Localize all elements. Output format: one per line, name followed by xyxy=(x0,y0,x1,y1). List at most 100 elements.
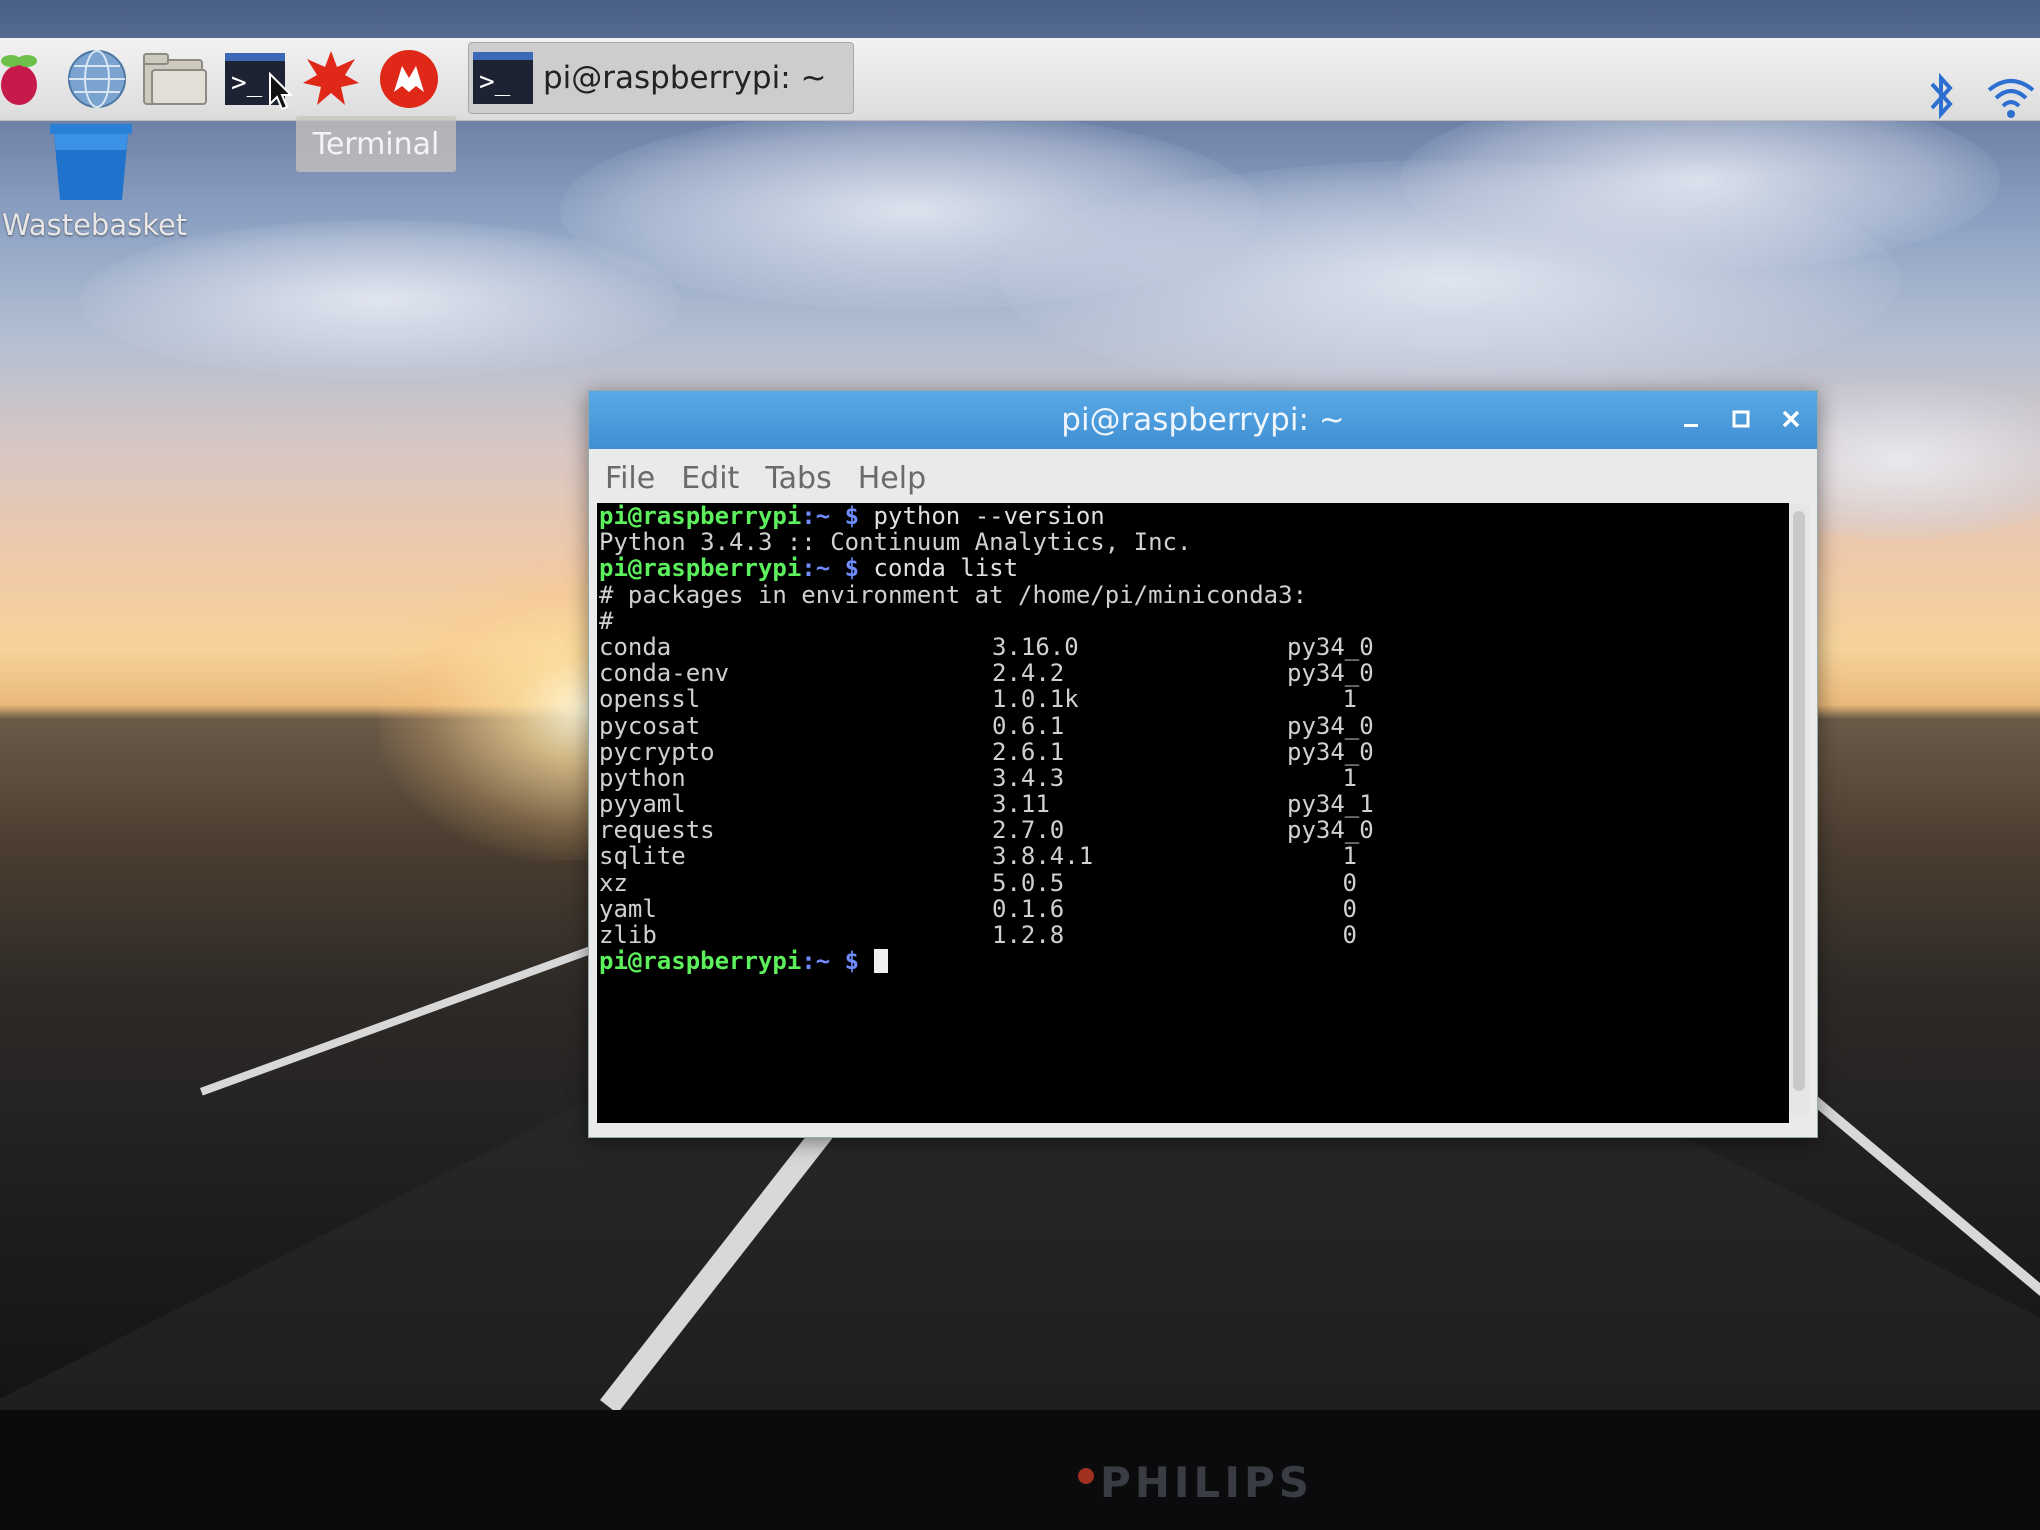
package-name: openssl xyxy=(599,685,701,714)
browser-icon[interactable] xyxy=(64,46,130,112)
package-build: 1 xyxy=(1342,685,1357,714)
package-row: conda-env 2.4.2 py34_0 xyxy=(599,660,1789,686)
prompt-path: :~ $ xyxy=(801,947,860,976)
close-icon xyxy=(1782,410,1800,428)
raspberry-menu-icon[interactable] xyxy=(0,46,52,112)
prompt-user: pi@raspberrypi xyxy=(599,554,802,583)
package-row: xz 5.0.5 0 xyxy=(599,868,1789,897)
output-line: # xyxy=(599,606,614,635)
package-name: conda xyxy=(599,632,672,661)
package-build: py34_0 xyxy=(1287,816,1374,845)
menu-bar: File Edit Tabs Help xyxy=(605,453,926,503)
package-name: conda-env xyxy=(599,659,730,688)
package-build: py34_1 xyxy=(1287,790,1374,819)
terminal-line: pi@raspberrypi:~ $ conda list xyxy=(599,555,1789,581)
package-build: py34_0 xyxy=(1287,632,1374,661)
package-row: sqlite 3.8.4.1 1 xyxy=(599,843,1789,869)
monitor-logo-icon xyxy=(1078,1468,1094,1484)
package-row: yaml 0.1.6 0 xyxy=(599,896,1789,922)
package-row: python 3.4.3 1 xyxy=(599,765,1789,791)
package-row: pycosat 0.6.1 py34_0 xyxy=(599,711,1789,740)
scrollbar[interactable] xyxy=(1789,503,1809,1115)
package-row: requests 2.7.0 py34_0 xyxy=(599,817,1789,843)
package-version: 3.11 xyxy=(992,790,1050,819)
wastebasket-label: Wastebasket xyxy=(2,208,188,242)
minimize-icon xyxy=(1684,424,1698,427)
mouse-pointer-icon xyxy=(269,72,294,111)
package-name: requests xyxy=(599,816,715,845)
package-build: 0 xyxy=(1342,868,1357,897)
bluetooth-icon[interactable] xyxy=(1924,72,1958,124)
package-name: python xyxy=(599,763,686,792)
package-build: 1 xyxy=(1342,842,1357,871)
package-version: 3.4.3 xyxy=(992,763,1065,792)
package-name: zlib xyxy=(599,921,657,949)
command-text: conda list xyxy=(873,554,1019,583)
terminal-line: pi@raspberrypi:~ $ python --version xyxy=(599,503,1789,529)
monitor-brand: PHILIPS xyxy=(1100,1458,1313,1507)
lane-marking xyxy=(200,944,598,1096)
package-build: 1 xyxy=(1342,763,1357,792)
taskbar-window-button[interactable]: >_ pi@raspberrypi: ~ xyxy=(468,42,854,114)
wolfram-icon[interactable] xyxy=(376,46,442,112)
package-version: 3.8.4.1 xyxy=(992,842,1094,871)
taskbar-window-title: pi@raspberrypi: ~ xyxy=(543,60,827,96)
terminal-tooltip: Terminal xyxy=(296,116,456,172)
package-version: 1.2.8 xyxy=(992,921,1065,949)
maximize-icon xyxy=(1732,410,1750,428)
terminal-icon: >_ xyxy=(473,52,533,104)
package-name: pycosat xyxy=(599,711,701,740)
package-row: conda 3.16.0 py34_0 xyxy=(599,634,1789,660)
package-version: 3.16.0 xyxy=(992,632,1079,661)
menu-edit[interactable]: Edit xyxy=(681,461,739,496)
wifi-icon[interactable] xyxy=(1986,76,2036,124)
terminal-line: pi@raspberrypi:~ $ xyxy=(599,948,1789,974)
close-button[interactable] xyxy=(1777,401,1805,437)
output-line: # packages in environment at /home/pi/mi… xyxy=(599,580,1308,609)
package-version: 1.0.1k xyxy=(992,685,1079,714)
window-controls xyxy=(1677,401,1805,437)
package-build: 0 xyxy=(1342,894,1357,923)
package-row: openssl 1.0.1k 1 xyxy=(599,686,1789,712)
command-text: python --version xyxy=(873,503,1105,530)
package-build: py34_0 xyxy=(1287,659,1374,688)
package-name: yaml xyxy=(599,894,657,923)
package-name: xz xyxy=(599,868,628,897)
file-manager-icon[interactable] xyxy=(142,46,208,112)
package-version: 0.1.6 xyxy=(992,894,1065,923)
mathematica-icon[interactable] xyxy=(298,46,364,112)
package-list: conda 3.16.0 py34_0 conda-env 2.4.2 py34_0 ope… xyxy=(599,634,1789,948)
minimize-button[interactable] xyxy=(1677,401,1705,437)
prompt-user: pi@raspberrypi xyxy=(599,947,802,976)
package-name: pyyaml xyxy=(599,790,686,819)
package-version: 5.0.5 xyxy=(992,868,1065,897)
prompt-path: :~ $ xyxy=(801,554,860,583)
prompt-user: pi@raspberrypi xyxy=(599,503,802,530)
package-version: 2.7.0 xyxy=(992,816,1065,845)
menu-file[interactable]: File xyxy=(605,461,655,496)
text-cursor xyxy=(873,949,888,974)
wastebasket-icon[interactable] xyxy=(48,122,134,202)
terminal-output[interactable]: pi@raspberrypi:~ $ python --version Pytho… xyxy=(597,503,1789,1123)
package-name: pycrypto xyxy=(599,737,715,766)
package-version: 2.4.2 xyxy=(992,659,1065,688)
menu-tabs[interactable]: Tabs xyxy=(765,461,831,496)
terminal-window: pi@raspberrypi: ~ File Edit Tabs Help pi… xyxy=(588,390,1818,1138)
window-title: pi@raspberrypi: ~ xyxy=(1061,402,1345,438)
output-line: Python 3.4.3 :: Continuum Analytics, Inc… xyxy=(599,528,1192,557)
package-row: pyyaml 3.11 py34_1 xyxy=(599,791,1789,817)
maximize-button[interactable] xyxy=(1727,401,1755,437)
desktop-screen: >_ >_ pi@raspberrypi: ~ Terminal Wasteba… xyxy=(0,0,2040,1410)
package-version: 2.6.1 xyxy=(992,737,1065,766)
scrollbar-thumb[interactable] xyxy=(1793,511,1805,1091)
package-build: 0 xyxy=(1342,921,1357,949)
package-row: pycrypto 2.6.1 py34_0 xyxy=(599,737,1789,766)
menu-help[interactable]: Help xyxy=(858,461,926,496)
package-build: py34_0 xyxy=(1287,737,1374,766)
package-build: py34_0 xyxy=(1287,711,1374,740)
taskbar: >_ >_ pi@raspberrypi: ~ xyxy=(0,38,2040,121)
window-title-bar[interactable]: pi@raspberrypi: ~ xyxy=(589,391,1817,449)
package-row: zlib 1.2.8 0 xyxy=(599,922,1789,948)
cloud xyxy=(80,220,680,380)
package-version: 0.6.1 xyxy=(992,711,1065,740)
